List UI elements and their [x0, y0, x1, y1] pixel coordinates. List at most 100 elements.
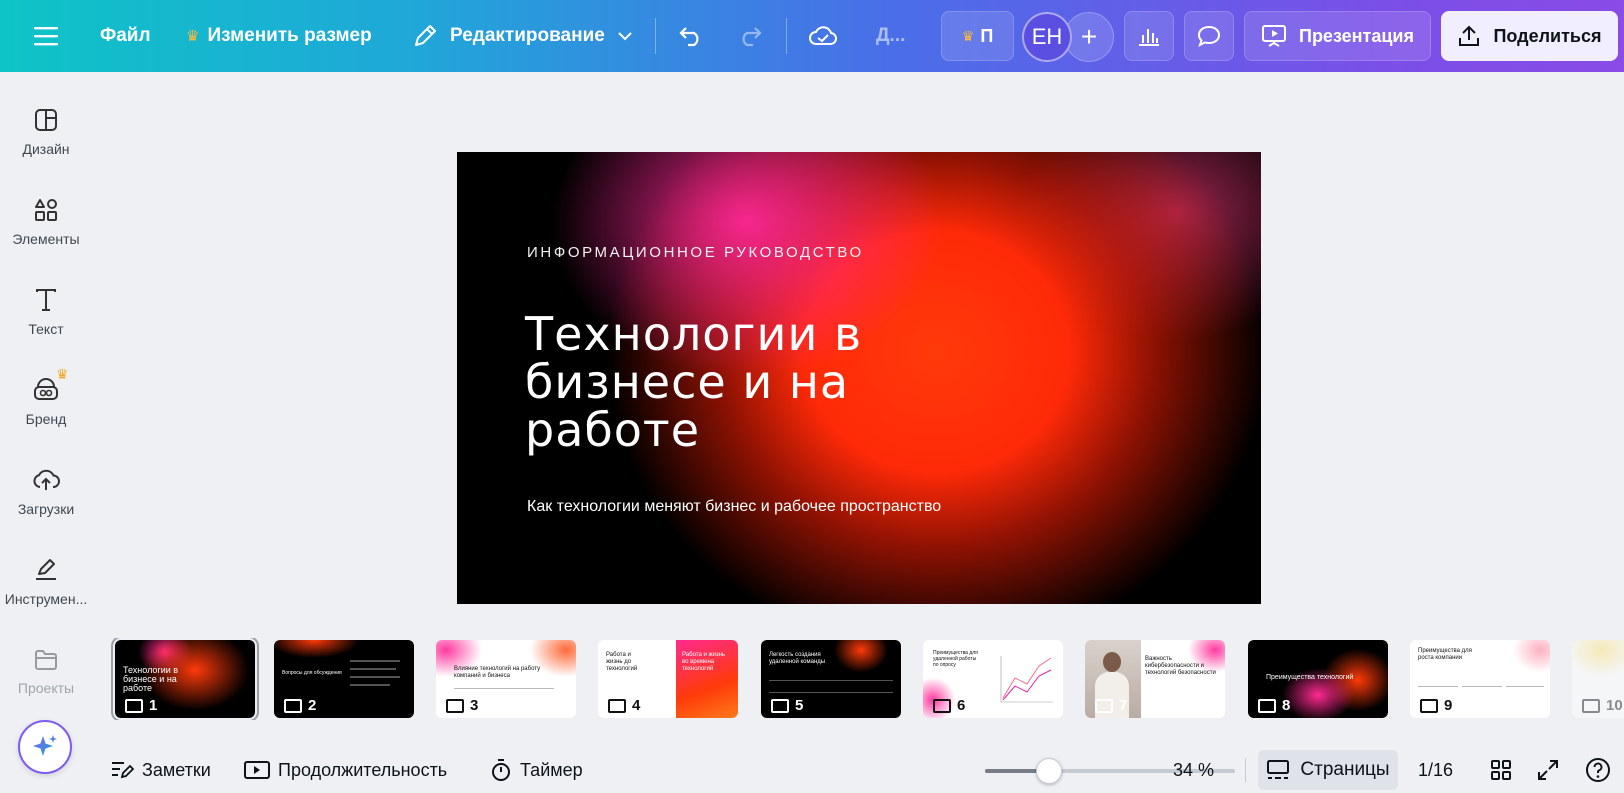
- thumbnail-page[interactable]: Влияние технологий на работу компаний и …: [436, 640, 576, 718]
- play-box-icon: [244, 761, 270, 779]
- thumbnail-page[interactable]: Преимущества для роста компании 9: [1410, 640, 1550, 718]
- toolbar-divider: [786, 18, 787, 54]
- thumbnail-number-label: 5: [795, 697, 804, 714]
- slide-title[interactable]: Технологии в бизнесе и на работе: [525, 310, 945, 454]
- help-icon: [1586, 758, 1610, 782]
- crown-icon: ♛: [56, 366, 69, 382]
- present-button[interactable]: Презентация: [1244, 11, 1431, 61]
- thumbnail-title: Важность кибербезопасности и технологий …: [1145, 656, 1216, 676]
- notes-icon: [112, 762, 134, 779]
- toolbar-divider: [1245, 758, 1246, 782]
- pro-label: П: [980, 25, 994, 46]
- sidebar-item-brand[interactable]: ♛ Бренд: [0, 362, 92, 442]
- text-line: [1418, 686, 1458, 687]
- slide-title-line: Технологии в: [525, 307, 863, 361]
- thumbnail-title: Вопросы для обсуждения: [282, 670, 342, 676]
- thumbnail-number: 2: [284, 697, 316, 714]
- resize-button[interactable]: ♛ Изменить размер: [186, 0, 372, 72]
- sidebar-item-label: Проекты: [17, 680, 75, 696]
- save-status-button[interactable]: [808, 0, 838, 72]
- undo-button[interactable]: [678, 0, 704, 72]
- thumbnail-number-label: 3: [470, 697, 479, 714]
- thumbnail-number-label: 6: [957, 697, 966, 714]
- sidebar-item-label: Бренд: [25, 411, 67, 427]
- slide-canvas[interactable]: ИНФОРМАЦИОННОЕ РУКОВОДСТВО Технологии в …: [457, 152, 1261, 604]
- page-counter[interactable]: 1/16: [1418, 748, 1453, 792]
- zoom-level[interactable]: 34 %: [1173, 748, 1214, 792]
- design-title[interactable]: Д...: [876, 0, 905, 72]
- text-icon: [36, 289, 56, 311]
- zoom-slider-handle[interactable]: [1036, 758, 1063, 784]
- avatar[interactable]: ЕН: [1022, 12, 1072, 62]
- thumbnail-number: 7: [1095, 697, 1127, 714]
- top-toolbar: Файл ♛ Изменить размер Редактирование Д.…: [0, 0, 1624, 72]
- sidebar-item-tools[interactable]: Инструмен...: [0, 542, 92, 622]
- thumbnail-number-label: 9: [1444, 697, 1453, 714]
- thumbnail-page[interactable]: Технологии в бизнесе и на работе 1: [111, 638, 259, 720]
- crown-icon: ♛: [186, 28, 200, 45]
- thumbnail-page[interactable]: Вопросы для обсуждения 2: [274, 640, 414, 718]
- page-thumbnails: Технологии в бизнесе и на работе 1 Вопро…: [110, 638, 1624, 720]
- folder-icon: [35, 650, 57, 670]
- edit-mode-dropdown[interactable]: Редактирование: [412, 0, 633, 72]
- plus-icon: +: [1080, 21, 1098, 52]
- thumbnail-page[interactable]: Работа и жизнь до технологий Работа и жи…: [598, 640, 738, 718]
- fullscreen-button[interactable]: [1537, 748, 1559, 792]
- upload-cloud-icon: [33, 469, 60, 490]
- pages-icon: [1267, 760, 1290, 779]
- thumbnail-title: Преимущества для роста компании: [1418, 648, 1472, 661]
- sidebar-item-projects[interactable]: Проекты: [0, 632, 92, 712]
- present-icon: [1095, 698, 1113, 713]
- text-line: [769, 680, 893, 681]
- left-sidebar: Дизайн Элементы Текст ♛ Бренд Загрузки И…: [0, 72, 92, 793]
- thumbnail-title: Технологии в бизнесе и на работе: [123, 665, 179, 693]
- timer-button[interactable]: Таймер: [490, 748, 583, 792]
- bottom-toolbar: Заметки Продолжительность Таймер 34 % Ст…: [92, 748, 1624, 793]
- thumbnail-number: 10: [1582, 697, 1623, 714]
- notes-label: Заметки: [142, 759, 211, 780]
- menu-button[interactable]: [34, 0, 58, 72]
- thumbnail-page[interactable]: Важность кибербезопасности и технологий …: [1085, 640, 1225, 718]
- undo-icon: [679, 27, 699, 47]
- duration-label: Продолжительность: [278, 759, 448, 780]
- pages-button[interactable]: Страницы: [1258, 750, 1398, 790]
- comments-button[interactable]: [1184, 11, 1234, 61]
- thumbnail-number: 3: [446, 697, 478, 714]
- redo-icon: [742, 27, 762, 47]
- magic-assistant-button[interactable]: [18, 720, 72, 774]
- sidebar-item-label: Текст: [28, 321, 64, 337]
- redo-button[interactable]: [737, 0, 763, 72]
- sidebar-item-elements[interactable]: Элементы: [0, 182, 92, 262]
- present-icon: [1420, 698, 1438, 713]
- notes-button[interactable]: Заметки: [110, 748, 211, 792]
- sidebar-item-text[interactable]: Текст: [0, 272, 92, 352]
- sidebar-item-uploads[interactable]: Загрузки: [0, 452, 92, 532]
- pencil-icon: [415, 25, 436, 46]
- slide-overline[interactable]: ИНФОРМАЦИОННОЕ РУКОВОДСТВО: [527, 244, 864, 261]
- duration-button[interactable]: Продолжительность: [244, 748, 447, 792]
- help-button[interactable]: [1585, 748, 1611, 792]
- thumbnail-number-label: 10: [1606, 697, 1623, 714]
- insights-button[interactable]: [1124, 11, 1174, 61]
- toolbar-divider: [655, 18, 656, 54]
- thumbnail-page[interactable]: 10: [1572, 640, 1624, 718]
- thumbnail-page[interactable]: Преимущества для удаленной работы по опр…: [923, 640, 1063, 718]
- shapes-icon: [35, 199, 57, 221]
- slide-subtitle[interactable]: Как технологии меняют бизнес и рабочее п…: [527, 498, 941, 516]
- sidebar-item-label: Элементы: [12, 231, 80, 247]
- pen-tool-icon: [36, 559, 56, 580]
- pro-button[interactable]: ♛ П: [941, 11, 1014, 61]
- thumbnail-number-label: 2: [308, 697, 317, 714]
- crown-icon: ♛: [961, 27, 975, 44]
- present-icon: [608, 698, 626, 713]
- sidebar-item-design[interactable]: Дизайн: [0, 92, 92, 172]
- share-button[interactable]: Поделиться: [1441, 11, 1618, 61]
- thumbnail-subtitle: Работа и жизнь во времена технологий: [682, 652, 726, 672]
- grid-view-button[interactable]: [1490, 748, 1512, 792]
- pages-label: Страницы: [1300, 759, 1390, 780]
- thumbnail-title: Влияние технологий на работу компаний и …: [454, 666, 541, 679]
- file-menu[interactable]: Файл: [100, 0, 151, 72]
- thumbnail-number-label: 1: [149, 697, 158, 714]
- thumbnail-page[interactable]: Преимущества технологий 8: [1248, 640, 1388, 718]
- thumbnail-page[interactable]: Легкость создания удаленной команды 5: [761, 640, 901, 718]
